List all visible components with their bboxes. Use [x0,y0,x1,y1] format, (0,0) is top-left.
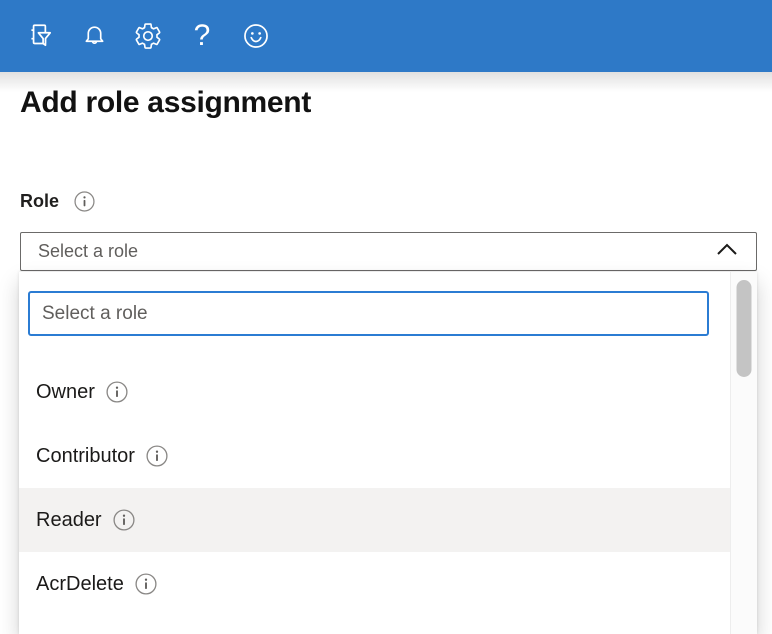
page-title: Add role assignment [20,86,311,120]
help-button[interactable]: ? [175,0,229,72]
info-icon[interactable] [146,445,168,467]
role-label: Role [20,191,59,212]
info-icon[interactable] [135,573,157,595]
role-dropdown-panel: Owner Contributor Reader [19,272,757,634]
notifications-icon [80,22,109,51]
directory-filter-button[interactable] [13,0,67,72]
role-select[interactable]: Select a role [20,232,757,271]
role-search-input[interactable] [28,291,709,336]
role-field-label-row: Role [20,191,95,212]
role-option-label: Owner [36,381,95,404]
dropdown-scrollbar-thumb[interactable] [737,280,752,377]
role-option-contributor[interactable]: Contributor [19,424,730,488]
info-icon[interactable] [113,509,135,531]
feedback-icon [241,21,271,51]
top-bar: ? [0,0,772,72]
role-option-owner[interactable]: Owner [19,360,730,424]
help-icon: ? [194,21,211,51]
role-option-reader[interactable]: Reader [19,488,730,552]
role-option-label: Contributor [36,445,135,468]
info-icon[interactable] [106,381,128,403]
role-option-label: AcrDelete [36,573,124,596]
chevron-up-icon [716,243,738,261]
settings-icon [133,21,163,51]
feedback-button[interactable] [229,0,283,72]
role-select-value: Select a role [38,241,716,262]
notifications-button[interactable] [67,0,121,72]
dropdown-scrollbar-track[interactable] [730,272,757,634]
role-info-icon[interactable] [74,191,95,212]
role-option-acrdelete[interactable]: AcrDelete [19,552,730,616]
role-options-list: Owner Contributor Reader [19,360,730,616]
role-option-label: Reader [36,509,102,532]
directory-filter-icon [25,21,55,51]
settings-button[interactable] [121,0,175,72]
